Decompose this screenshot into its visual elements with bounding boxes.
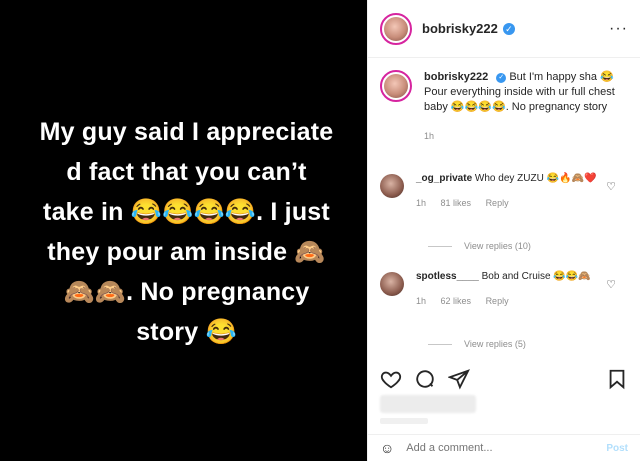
post-header: bobrisky222 ✓ ··· xyxy=(368,0,640,58)
replies-divider xyxy=(428,343,452,345)
reply-button[interactable]: Reply xyxy=(486,296,509,306)
comment: _og_private Who dey ZUZU 😂🔥🙈❤️ 1h 81 lik… xyxy=(380,172,630,210)
comment-likes[interactable]: 81 likes xyxy=(441,198,472,208)
view-replies[interactable]: View replies (10) xyxy=(428,241,531,251)
story-line: d fact that you can’t xyxy=(66,158,307,186)
comment-avatar[interactable] xyxy=(380,272,404,296)
avatar-image xyxy=(384,74,408,98)
more-options-icon[interactable]: ··· xyxy=(609,20,628,38)
post-sidebar: bobrisky222 ✓ ··· bobrisky222 ✓ But I'm … xyxy=(367,0,640,461)
comment-username[interactable]: spotless____ xyxy=(416,271,479,282)
share-icon[interactable] xyxy=(448,368,470,390)
instagram-post: My guy said I appreciate d fact that you… xyxy=(0,0,640,461)
comment-likes[interactable]: 62 likes xyxy=(441,296,472,306)
comment-time: 1h xyxy=(416,198,427,208)
add-comment-input[interactable] xyxy=(406,442,577,454)
comment-icon[interactable] xyxy=(414,368,436,390)
story-line: My guy said I appreciate xyxy=(39,118,334,146)
comment-like-heart-icon[interactable]: ♡ xyxy=(606,180,616,193)
header-username[interactable]: bobrisky222 xyxy=(422,21,498,36)
caption-avatar[interactable] xyxy=(380,70,412,102)
comment: spotless____ Bob and Cruise 😂😂🙈 1h 62 li… xyxy=(380,270,630,308)
caption-time: 1h xyxy=(424,131,435,141)
post-image[interactable]: My guy said I appreciate d fact that you… xyxy=(0,0,367,461)
verified-badge-icon: ✓ xyxy=(496,73,507,83)
comment-meta: 1h 62 likes Reply xyxy=(416,294,606,308)
comment-body: spotless____ Bob and Cruise 😂😂🙈 1h 62 li… xyxy=(416,270,606,308)
story-line: 🙈🙈. No pregnancy xyxy=(63,278,310,306)
add-comment-bar: ☺ Post xyxy=(368,434,640,461)
replies-divider xyxy=(428,245,452,247)
comment-text: Who dey ZUZU 😂🔥🙈❤️ xyxy=(474,173,597,184)
view-replies[interactable]: View replies (5) xyxy=(428,339,526,349)
caption-body: bobrisky222 ✓ But I'm happy sha 😂 Pour e… xyxy=(424,70,630,144)
comment-text: Bob and Cruise 😂😂🙈 xyxy=(481,271,591,282)
emoji-icon[interactable]: ☺ xyxy=(380,440,394,456)
reply-button[interactable]: Reply xyxy=(486,198,509,208)
comment-username[interactable]: _og_private xyxy=(416,173,472,184)
post-button[interactable]: Post xyxy=(606,443,628,454)
story-text: My guy said I appreciate d fact that you… xyxy=(14,112,359,352)
verified-badge-icon: ✓ xyxy=(502,22,515,35)
comment-meta: 1h 81 likes Reply xyxy=(416,196,606,210)
view-replies-label[interactable]: View replies (10) xyxy=(464,241,531,251)
heart-icon[interactable] xyxy=(380,368,402,390)
comment-like-heart-icon[interactable]: ♡ xyxy=(606,278,616,291)
comment-body: _og_private Who dey ZUZU 😂🔥🙈❤️ 1h 81 lik… xyxy=(416,172,606,210)
avatar-image xyxy=(384,16,408,41)
caption: bobrisky222 ✓ But I'm happy sha 😂 Pour e… xyxy=(380,70,630,144)
story-line: take in 😂😂😂😂. I just xyxy=(43,198,330,226)
likes-count-blurred[interactable] xyxy=(380,395,476,413)
comment-avatar[interactable] xyxy=(380,174,404,198)
post-actions xyxy=(380,365,628,393)
story-line: story 😂 xyxy=(136,318,237,346)
avatar[interactable] xyxy=(380,12,412,45)
story-line: they pour am inside 🙈 xyxy=(47,238,326,266)
comment-time: 1h xyxy=(416,296,427,306)
post-date-blurred xyxy=(380,418,428,424)
view-replies-label[interactable]: View replies (5) xyxy=(464,339,526,349)
caption-username[interactable]: bobrisky222 xyxy=(424,71,488,83)
bookmark-icon[interactable] xyxy=(606,368,628,390)
